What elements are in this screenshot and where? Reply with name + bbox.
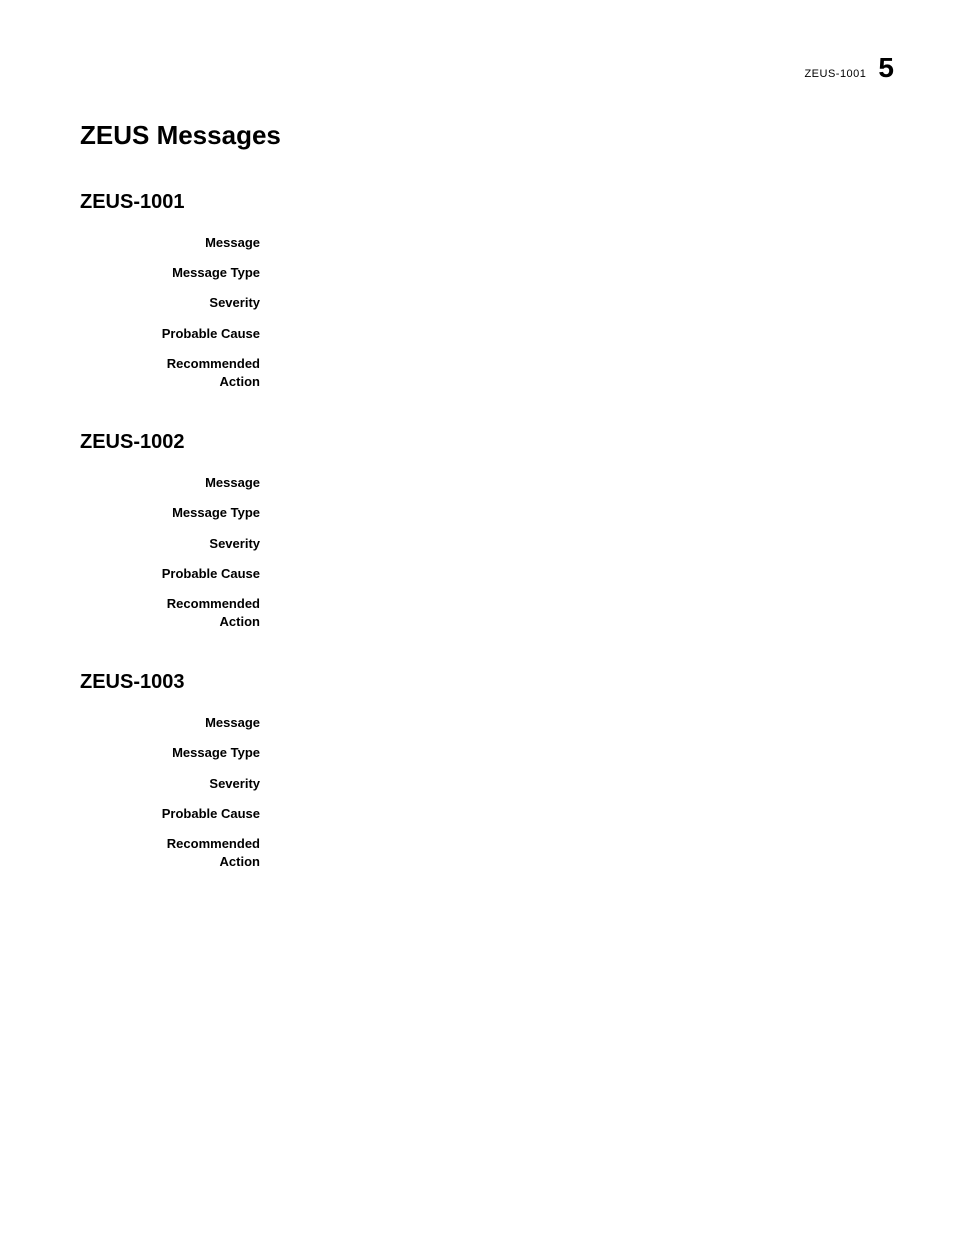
field-row-zeus-1001-0: Message (80, 234, 874, 252)
field-label-zeus-1002-2: Severity (80, 535, 280, 553)
field-row-zeus-1003-2: Severity (80, 775, 874, 793)
section-heading-zeus-1003: ZEUS-1003 (80, 671, 874, 694)
field-label-zeus-1001-4: RecommendedAction (80, 355, 280, 391)
header-page-number: 5 (878, 52, 894, 84)
section-heading-zeus-1002: ZEUS-1002 (80, 431, 874, 454)
field-row-zeus-1002-0: Message (80, 474, 874, 492)
field-label-zeus-1003-1: Message Type (80, 744, 280, 762)
field-row-zeus-1001-4: RecommendedAction (80, 355, 874, 391)
page-title: ZEUS Messages (80, 120, 874, 151)
main-content: ZEUS Messages ZEUS-1001 Message Message Ty… (0, 0, 954, 871)
field-label-zeus-1002-0: Message (80, 474, 280, 492)
field-label-zeus-1002-3: Probable Cause (80, 565, 280, 583)
sections-container: ZEUS-1001 Message Message Type Severity Prob… (80, 191, 874, 871)
field-label-zeus-1001-2: Severity (80, 294, 280, 312)
section-zeus-1003: ZEUS-1003 Message Message Type Severity Prob… (80, 671, 874, 871)
field-label-zeus-1002-4: RecommendedAction (80, 595, 280, 631)
field-row-zeus-1003-0: Message (80, 714, 874, 732)
field-row-zeus-1001-3: Probable Cause (80, 325, 874, 343)
header-code: ZEUS-1001 (804, 68, 866, 80)
field-label-zeus-1001-0: Message (80, 234, 280, 252)
field-row-zeus-1001-1: Message Type (80, 264, 874, 282)
field-label-zeus-1001-3: Probable Cause (80, 325, 280, 343)
section-zeus-1002: ZEUS-1002 Message Message Type Severity Prob… (80, 431, 874, 631)
field-label-zeus-1002-1: Message Type (80, 504, 280, 522)
page-header: ZEUS-1001 5 (804, 52, 894, 84)
field-label-zeus-1003-3: Probable Cause (80, 805, 280, 823)
section-heading-zeus-1001: ZEUS-1001 (80, 191, 874, 214)
section-zeus-1001: ZEUS-1001 Message Message Type Severity Prob… (80, 191, 874, 391)
field-label-zeus-1001-1: Message Type (80, 264, 280, 282)
field-label-zeus-1003-4: RecommendedAction (80, 835, 280, 871)
field-row-zeus-1002-3: Probable Cause (80, 565, 874, 583)
field-row-zeus-1002-2: Severity (80, 535, 874, 553)
field-label-zeus-1003-2: Severity (80, 775, 280, 793)
field-row-zeus-1001-2: Severity (80, 294, 874, 312)
field-row-zeus-1003-1: Message Type (80, 744, 874, 762)
field-row-zeus-1002-1: Message Type (80, 504, 874, 522)
field-row-zeus-1002-4: RecommendedAction (80, 595, 874, 631)
field-row-zeus-1003-3: Probable Cause (80, 805, 874, 823)
field-label-zeus-1003-0: Message (80, 714, 280, 732)
field-row-zeus-1003-4: RecommendedAction (80, 835, 874, 871)
